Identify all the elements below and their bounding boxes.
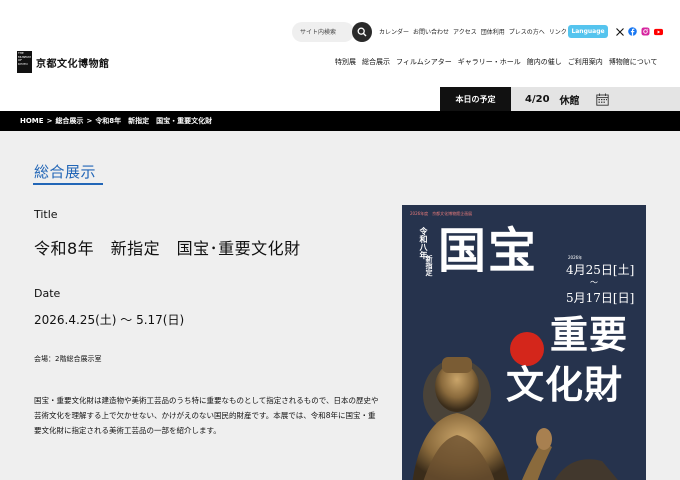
breadcrumb-home[interactable]: HOME: [20, 117, 44, 125]
search-icon: [357, 27, 367, 37]
schedule-status: 休館: [559, 95, 580, 107]
site-header: カレンダー お問い合わせ アクセス 団体利用 プレスの方へ リンク Langua…: [0, 0, 680, 86]
title-label: Title: [34, 208, 58, 221]
youtube-icon[interactable]: [654, 27, 663, 36]
schedule-info: 4/20 休館: [511, 87, 680, 111]
social-links: [615, 27, 663, 36]
nav-about[interactable]: 博物館について: [609, 57, 658, 67]
instagram-icon[interactable]: [641, 27, 650, 36]
poster-red-dot: [510, 332, 544, 366]
poster-kokuho-heading: 国宝: [438, 223, 539, 279]
section-title-underline: [33, 183, 103, 185]
util-link-links[interactable]: リンク: [549, 27, 567, 36]
poster-end-date: 5月17日[日]: [566, 291, 635, 305]
section-title: 総合展示: [34, 163, 97, 181]
nav-special-exhibition[interactable]: 特別展: [335, 57, 356, 67]
util-link-calendar[interactable]: カレンダー: [379, 27, 409, 36]
util-link-group[interactable]: 団体利用: [481, 27, 505, 36]
nav-general-exhibition[interactable]: 総合展示: [362, 57, 390, 67]
date-label: Date: [34, 287, 61, 300]
exhibition-poster: 2026年度 京都文化博物館企画展 令和八年 新指定 国宝 2026年 4月25…: [402, 205, 646, 480]
breadcrumb-general-exhibition[interactable]: 総合展示: [55, 116, 83, 126]
poster-date-separator: ～: [590, 278, 598, 287]
language-button[interactable]: Language: [568, 25, 608, 38]
utility-links: カレンダー お問い合わせ アクセス 団体利用 プレスの方へ リンク: [379, 27, 567, 36]
search-input[interactable]: [292, 22, 354, 42]
today-schedule: 本日の予定 4/20 休館: [440, 87, 680, 111]
nav-events[interactable]: 館内の催し: [527, 57, 562, 67]
search-box: [292, 22, 372, 42]
event-date: 2026.4.25(土) ～ 5.17(日): [34, 313, 185, 327]
breadcrumb-current: 令和8年 新指定 国宝・重要文化財: [95, 117, 213, 125]
util-link-access[interactable]: アクセス: [453, 27, 477, 36]
breadcrumb-separator: >: [46, 117, 53, 125]
event-description: 国宝・重要文化財は建造物や美術工芸品のうち特に重要なものとして指定されるもので、…: [34, 396, 379, 435]
breadcrumb: HOME > 総合展示 > 令和8年 新指定 国宝・重要文化財: [0, 111, 680, 131]
nav-film-theater[interactable]: フィルムシアター: [396, 57, 452, 67]
x-icon[interactable]: [615, 27, 624, 36]
main-content: 総合展示 Title 令和8年 新指定 国宝･重要文化財 Date 2026.4…: [0, 131, 680, 480]
main-nav: 特別展 総合展示 フィルムシアター ギャラリー・ホール 館内の催し ご利用案内 …: [335, 57, 658, 67]
logo-text: 京都文化博物館: [36, 58, 110, 70]
search-button[interactable]: [352, 22, 372, 42]
logo-mark: THE MUSEUM OF KYOTO: [17, 51, 32, 73]
poster-start-date: 4月25日[土]: [566, 263, 635, 277]
site-logo[interactable]: THE MUSEUM OF KYOTO 京都文化博物館: [17, 51, 110, 73]
facebook-icon[interactable]: [628, 27, 637, 36]
event-title: 令和8年 新指定 国宝･重要文化財: [34, 239, 301, 258]
event-venue: 会場：2階総合展示室: [34, 355, 102, 363]
nav-gallery-hall[interactable]: ギャラリー・ホール: [458, 57, 521, 67]
util-link-contact[interactable]: お問い合わせ: [413, 27, 449, 36]
poster-juyo-heading: 重要: [550, 312, 629, 357]
poster-header-text: 2026年度 京都文化博物館企画展: [410, 211, 473, 216]
breadcrumb-separator: >: [86, 117, 93, 125]
nav-visitor-info[interactable]: ご利用案内: [568, 57, 603, 67]
schedule-label: 本日の予定: [440, 87, 511, 111]
poster-bunkazai-heading: 文化財: [506, 362, 624, 407]
schedule-date: 4/20: [525, 93, 550, 105]
poster-new-designation: 新指定: [425, 255, 433, 276]
util-link-press[interactable]: プレスの方へ: [509, 27, 545, 36]
calendar-icon[interactable]: [595, 93, 609, 106]
